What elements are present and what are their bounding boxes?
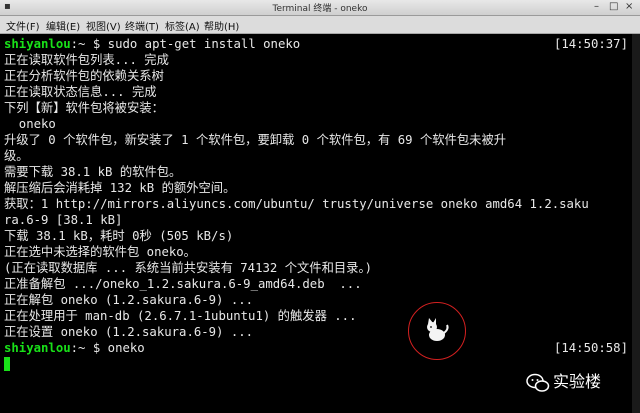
output-line: 正准备解包 .../oneko_1.2.sakura.6-9_amd64.deb… [4, 277, 362, 291]
command-text: oneko [100, 341, 145, 355]
output-line: 需要下载 38.1 kB 的软件包。 [4, 165, 182, 179]
output-line: 级。 [4, 149, 29, 163]
output-line: 获取：1 http://mirrors.aliyuncs.com/ubuntu/… [4, 197, 589, 211]
menu-view[interactable]: 视图(V) [86, 18, 121, 33]
command-text: sudo apt-get install oneko [100, 37, 301, 51]
output-line: 正在读取软件包列表... 完成 [4, 53, 169, 67]
terminal-output[interactable]: shiyanlou:~ $ sudo apt-get install oneko… [0, 34, 632, 413]
prompt-path: :~ $ [70, 37, 101, 51]
output-line: 升级了 0 个软件包，新安装了 1 个软件包，要卸载 0 个软件包，有 69 个… [4, 133, 507, 147]
output-line: 正在处理用于 man-db (2.6.7.1-1ubuntu1) 的触发器 ..… [4, 309, 357, 323]
menu-terminal[interactable]: 终端(T) [125, 18, 159, 33]
text-cursor [4, 357, 10, 371]
watermark-text: 实验楼 [553, 372, 602, 391]
window-title: Terminal 终端 - oneko [272, 4, 368, 14]
cat-icon [427, 318, 449, 341]
watermark: 实验楼 [526, 368, 601, 393]
close-icon[interactable]: × [625, 1, 633, 13]
output-line: ra.6-9 [38.1 kB] [4, 213, 123, 227]
command-line-2: shiyanlou:~ $ oneko [4, 340, 145, 356]
prompt-user: shiyanlou [4, 37, 71, 51]
menu-file[interactable]: 文件(F) [6, 18, 40, 33]
output-line: 正在选中未选择的软件包 oneko。 [4, 245, 196, 259]
output-line: 正在分析软件包的依赖关系树 [4, 69, 164, 83]
menu-help[interactable]: 帮助(H) [204, 18, 239, 33]
scrollbar[interactable] [632, 34, 640, 413]
command-line-1: shiyanlou:~ $ sudo apt-get install oneko [4, 36, 300, 52]
output-line: 正在设置 oneko (1.2.sakura.6-9) ... [4, 325, 254, 339]
menu-tabs[interactable]: 标签(A) [165, 18, 200, 33]
output-line: 下列【新】软件包将被安装： [4, 101, 164, 115]
menu-edit[interactable]: 编辑(E) [46, 18, 80, 33]
neko-highlight-circle [408, 302, 466, 360]
terminal-window: ▪ Terminal 终端 - oneko – □ × 文件(F) 编辑(E) … [0, 0, 640, 413]
menu-bar: 文件(F) 编辑(E) 视图(V) 终端(T) 标签(A) 帮助(H) [0, 16, 640, 34]
timestamp: [14:50:37] [553, 37, 628, 51]
output-line: 正在读取状态信息... 完成 [4, 85, 157, 99]
prompt-path: :~ $ [70, 341, 101, 355]
timestamp: [14:50:58] [553, 341, 628, 355]
maximize-icon[interactable]: □ [609, 1, 618, 13]
output-line: oneko [4, 117, 56, 131]
minimize-icon[interactable]: – [594, 1, 599, 13]
output-line: 下载 38.1 kB，耗时 0秒 (505 kB/s) [4, 229, 234, 243]
output-line: (正在读取数据库 ... 系统当前共安装有 74132 个文件和目录。) [4, 261, 373, 275]
title-bar[interactable]: ▪ Terminal 终端 - oneko – □ × [0, 0, 640, 16]
wechat-icon [526, 373, 550, 392]
prompt-user: shiyanlou [4, 341, 71, 355]
output-line: 解压缩后会消耗掉 132 kB 的额外空间。 [4, 181, 236, 195]
output-line: 正在解包 oneko (1.2.sakura.6-9) ... [4, 293, 254, 307]
